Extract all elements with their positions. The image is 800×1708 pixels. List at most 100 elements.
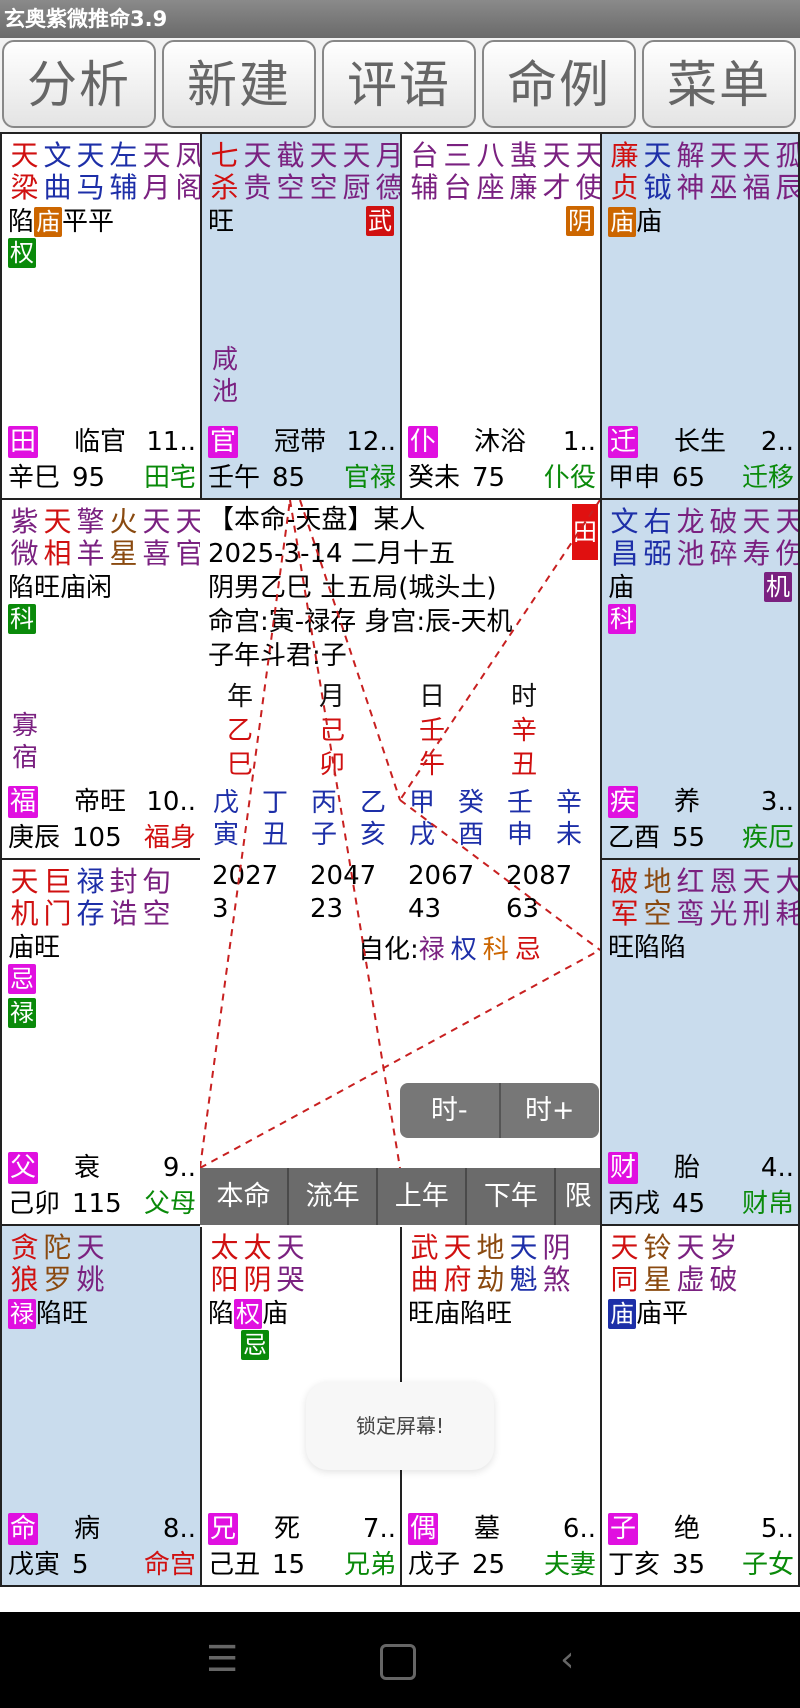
ganzhi-age: 辛巳 95 [8, 462, 105, 494]
star-name: 天梁 [10, 139, 39, 204]
palace-wei[interactable]: 台辅 三台 八座 蜚廉 天才 天使阴仆 沐浴 1.. 癸未 75 仆役 [400, 132, 602, 500]
palace-name: 迁移 [741, 463, 794, 493]
palace-tag: 财 [608, 1152, 639, 1184]
palace-ganzhi: 戊寅 [8, 1550, 61, 1580]
back-icon[interactable]: ‹ [560, 1642, 574, 1678]
palace-tag: 偶 [408, 1513, 439, 1545]
mutagen-row: 忌 [8, 964, 36, 994]
mutagen-row: 权 [8, 238, 36, 268]
brightness-row: 庙旺 [8, 932, 60, 964]
ganzhi-age: 己丑 15 [208, 1549, 305, 1581]
palace-ganzhi: 乙酉 [608, 823, 661, 853]
brightness-row: 旺陷陷 [608, 932, 686, 964]
flying-mark: 机 [764, 572, 792, 602]
star-name: 天喜 [142, 505, 171, 570]
star-name: 解神 [676, 139, 705, 204]
palace-ganzhi: 己卯 [8, 1189, 61, 1219]
minor-star: 池 [212, 377, 239, 407]
star-name: 截空 [276, 139, 305, 204]
growth-stage: 死 [274, 1514, 301, 1544]
brightness-row: 陷庙平平 [8, 206, 114, 238]
palace-ganzhi: 壬午 [208, 463, 261, 493]
ganzhi-age: 乙酉 55 [608, 822, 705, 854]
tab-examples[interactable]: 命例 [482, 40, 636, 128]
palace-you[interactable]: 文昌右弼龙池破碎天寿天伤庙科 机疾 养 3.. 乙酉 55 疾厄 [600, 498, 800, 860]
triangle-line [399, 799, 600, 951]
palace-si[interactable]: 天梁 文曲 天马 左辅 天月 凤阁 陷庙平平权田 临官 11.. 辛巳 95 田宅 [0, 132, 202, 500]
brightness-text: 旺庙陷旺 [408, 1299, 513, 1329]
ganzhi-age: 戊子 25 [408, 1549, 505, 1581]
mode-limit-button[interactable]: 限 [556, 1168, 600, 1225]
minor-star: 咸 [212, 345, 239, 375]
decade-number: 6.. [562, 1514, 596, 1544]
star-name: 武曲 [410, 1231, 439, 1296]
palace-age: 95 [72, 463, 106, 493]
palace-ganzhi: 甲申 [608, 463, 661, 493]
ganzhi-age: 丙戌 45 [608, 1188, 705, 1220]
tab-analysis[interactable]: 分析 [2, 40, 156, 128]
star-name: 孤辰 [773, 140, 798, 204]
palace-xu[interactable]: 破军地空红鸾恩光天刑大耗旺陷陷财 胎 4.. 丙戌 45 财帛 [600, 858, 800, 1226]
star-list: 天同 铃星 天虚 岁破 [608, 1232, 740, 1296]
palace-wu[interactable]: 七杀 天贵 截空 天空 天厨 月德旺 武咸池官 冠带 12.. 壬午 85 官禄 [200, 132, 402, 500]
growth-stage: 冠带 [274, 427, 327, 457]
palace-tag: 命 [8, 1513, 39, 1545]
palace-hai[interactable]: 天同 铃星 天虚 岁破 庙庙平子 绝 5.. 丁亥 35 子女 [600, 1224, 800, 1587]
hour-plus-button[interactable]: 时+ [501, 1083, 600, 1138]
palace-chen[interactable]: 紫微 天相 擎羊 火星 天喜 天官 陷旺庙闲科寡宿福 帝旺 10.. 庚辰 105 福身 [0, 498, 202, 860]
brightness-text: 旺 [208, 207, 235, 237]
palace-ganzhi: 己丑 [208, 1550, 261, 1580]
app-title: 玄奥紫微推命3.9 [4, 7, 168, 31]
palace-mao[interactable]: 天机 巨门 禄存 封诰 旬空 庙旺忌禄父 衰 9.. 己卯 115 父母 [0, 858, 202, 1226]
hour-minus-button[interactable]: 时- [400, 1083, 501, 1138]
mode-bar: 本命 流年 上年 下年 限 [200, 1168, 600, 1225]
home-icon[interactable] [380, 1644, 416, 1680]
triangle-line [399, 500, 600, 801]
decade-number: 4.. [760, 1153, 794, 1183]
mode-prev-year-button[interactable]: 上年 [378, 1168, 468, 1225]
brightness-row: 旺 [208, 206, 234, 238]
star-name: 天相 [43, 505, 72, 570]
palace-age: 65 [672, 463, 706, 493]
star-name: 红鸾 [676, 865, 705, 930]
triangle-line [299, 500, 401, 801]
palace-yin[interactable]: 贪狼 陀罗 天姚 禄陷旺命 病 8.. 戊寅 5 命宫 [0, 1224, 202, 1587]
palace-tag: 福 [8, 786, 39, 818]
brightness-row: 庙庙 [608, 206, 662, 238]
tab-menu[interactable]: 菜单 [642, 40, 796, 128]
menu-icon[interactable]: ☰ [206, 1642, 238, 1678]
star-list: 天梁 文曲 天马 左辅 天月 凤阁 [8, 139, 200, 204]
palace-tag: 田 [8, 426, 39, 458]
palace-name: 夫妻 [543, 1550, 596, 1580]
tab-new[interactable]: 新建 [162, 40, 316, 128]
mutagen-tag: 忌 [8, 964, 36, 994]
mode-flow-year-button[interactable]: 流年 [289, 1168, 379, 1225]
mode-next-year-button[interactable]: 下年 [467, 1168, 557, 1225]
palace-age: 55 [672, 823, 706, 853]
palace-name: 田宅 [143, 463, 196, 493]
star-list: 天机 巨门 禄存 封诰 旬空 [8, 866, 173, 930]
palace-age: 35 [672, 1550, 706, 1580]
mutagen-tag: 权 [8, 238, 36, 268]
star-name: 擎羊 [76, 505, 105, 570]
star-name: 天同 [610, 1231, 639, 1296]
palace-age: 15 [272, 1550, 306, 1580]
palace-age: 105 [72, 823, 122, 853]
mode-natal-button[interactable]: 本命 [200, 1168, 290, 1225]
palace-tag: 子 [608, 1513, 639, 1545]
palace-name: 福身 [143, 823, 196, 853]
palace-tag: 疾 [608, 786, 639, 818]
tab-comment[interactable]: 评语 [322, 40, 476, 128]
triangle-line [289, 500, 401, 1169]
star-list: 台辅 三台 八座 蜚廉 天才 天使 [408, 140, 600, 204]
brightness-row: 庙 [608, 572, 634, 604]
mutagen-tag: 忌 [241, 1330, 269, 1360]
palace-age: 115 [72, 1189, 122, 1219]
star-name: 天机 [10, 865, 39, 930]
star-name: 左辅 [109, 139, 138, 204]
palace-shen[interactable]: 廉贞天钺解神天巫天福孤辰庙庙迁 长生 2.. 甲申 65 迁移 [600, 132, 800, 500]
brightness-text: 庙 [608, 573, 635, 603]
star-name: 天官 [175, 505, 202, 570]
palace-age: 85 [272, 463, 306, 493]
brightness-row: 旺庙陷旺 [408, 1298, 512, 1330]
